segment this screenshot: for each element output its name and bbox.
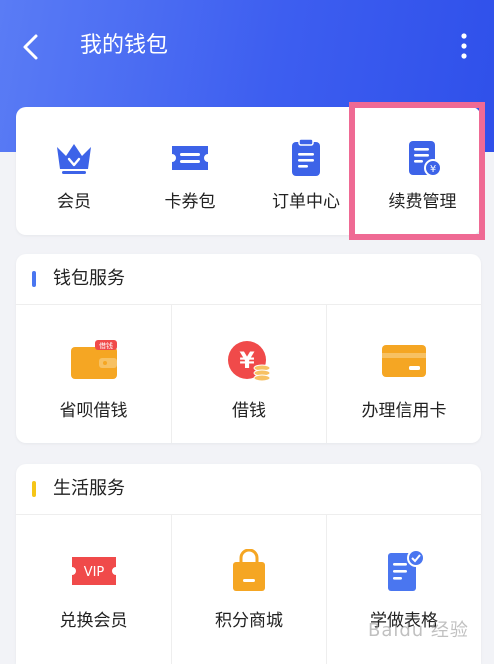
top-bar: 我的钱包 <box>0 0 494 95</box>
page-title: 我的钱包 <box>80 33 169 58</box>
quick-action-label: 卡券包 <box>164 192 216 212</box>
wallet-services-card: 钱包服务 借钱 省呗借钱 ¥ 借钱 办理信用卡 <box>16 254 481 443</box>
svg-text:¥: ¥ <box>239 349 255 374</box>
clipboard-icon <box>292 138 320 176</box>
service-label: 兑换会员 <box>59 611 128 631</box>
quick-action-label: 订单中心 <box>272 192 340 212</box>
service-shengbei-loan[interactable]: 借钱 省呗借钱 <box>16 305 171 443</box>
service-label: 办理信用卡 <box>361 401 447 421</box>
wallet-badge: 借钱 <box>99 341 113 350</box>
service-label: 省呗借钱 <box>59 401 128 421</box>
watermark: Baidu 经验 <box>368 620 469 641</box>
quick-action-orders[interactable]: 订单中心 <box>248 107 364 235</box>
service-label: 借钱 <box>232 401 266 421</box>
section-header: 生活服务 <box>16 464 481 515</box>
yuan-coin-icon: ¥ <box>228 341 271 382</box>
section-accent-bar <box>32 481 36 497</box>
quick-action-coupons[interactable]: 卡券包 <box>132 107 248 235</box>
vip-ticket-icon: VIP <box>71 557 116 585</box>
service-label: 积分商城 <box>215 611 283 631</box>
service-redeem-membership[interactable]: VIP 兑换会员 <box>16 515 171 664</box>
section-title: 钱包服务 <box>53 268 125 289</box>
service-points-mall[interactable]: 积分商城 <box>171 515 326 664</box>
crown-icon <box>57 144 91 174</box>
highlight-box <box>349 102 485 240</box>
back-button[interactable] <box>14 26 50 68</box>
service-credit-card[interactable]: 办理信用卡 <box>326 305 481 443</box>
shopping-bag-icon <box>233 549 265 591</box>
form-check-icon <box>388 549 425 591</box>
quick-action-member[interactable]: 会员 <box>16 107 132 235</box>
more-button[interactable] <box>452 30 476 64</box>
credit-card-icon <box>382 345 426 377</box>
quick-action-label: 会员 <box>57 192 91 212</box>
more-vertical-icon <box>461 33 467 59</box>
section-header: 钱包服务 <box>16 254 481 305</box>
svg-text:VIP: VIP <box>83 565 104 580</box>
ticket-icon <box>172 146 208 170</box>
chevron-left-icon <box>23 34 38 60</box>
wallet-icon: 借钱 <box>70 340 117 379</box>
service-loan[interactable]: ¥ 借钱 <box>171 305 326 443</box>
section-accent-bar <box>32 271 36 287</box>
section-title: 生活服务 <box>53 478 125 499</box>
